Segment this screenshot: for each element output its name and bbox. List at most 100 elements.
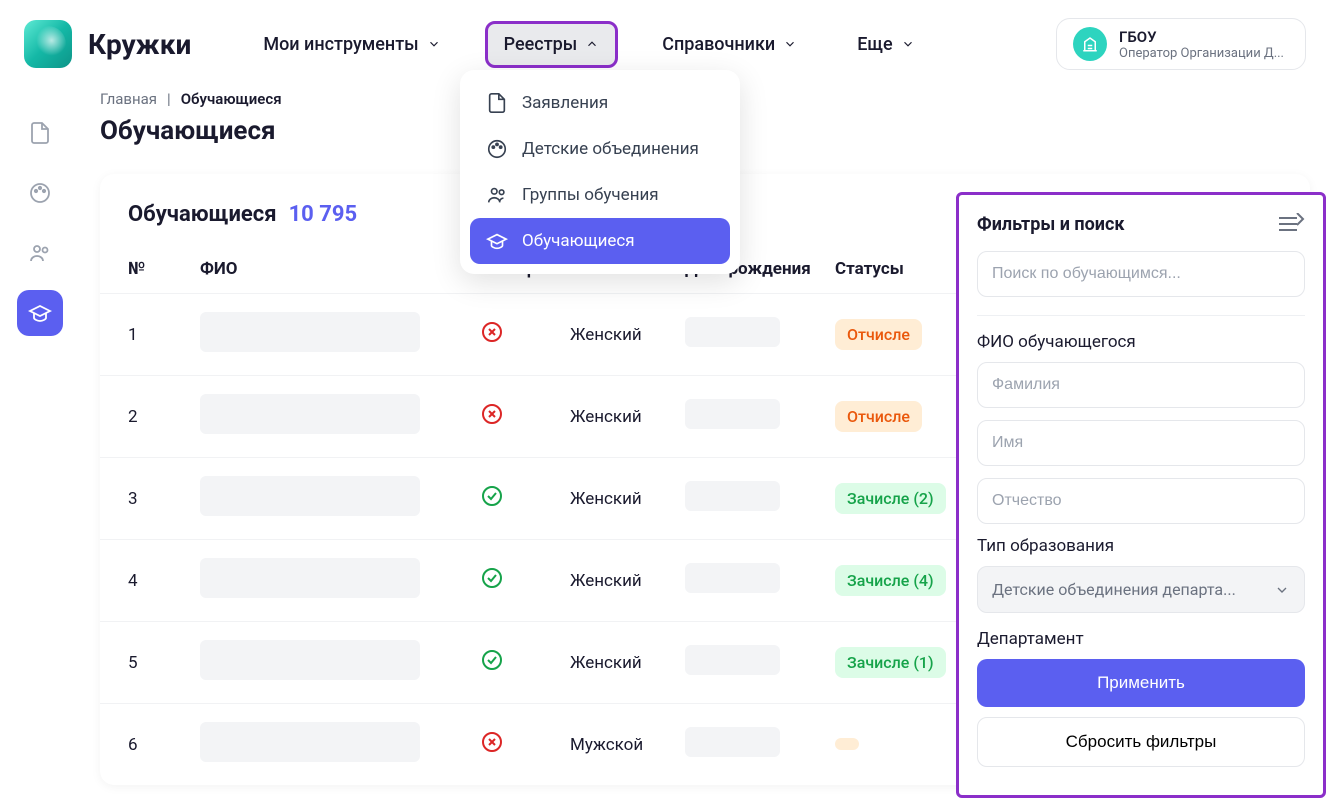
document-icon xyxy=(486,92,508,114)
sidebar-students[interactable] xyxy=(17,290,63,336)
surname-input[interactable] xyxy=(977,362,1305,408)
cell-registry xyxy=(470,376,560,458)
nav-registries-label: Реестры xyxy=(504,34,578,55)
edu-type-label: Тип образования xyxy=(977,536,1305,556)
cell-dob xyxy=(675,622,825,704)
cell-dob xyxy=(675,704,825,786)
cell-dob xyxy=(675,540,825,622)
edu-type-select[interactable]: Детские объединения департа... xyxy=(977,566,1305,613)
card-count: 10 795 xyxy=(289,202,358,227)
chevron-down-icon xyxy=(427,37,441,51)
users-icon xyxy=(486,184,508,206)
users-icon xyxy=(28,241,52,265)
cell-gender: Женский xyxy=(560,622,675,704)
filters-panel: Фильтры и поиск ФИО обучающегося Тип обр… xyxy=(956,192,1326,798)
cell-registry xyxy=(470,294,560,376)
x-circle-icon xyxy=(480,320,504,344)
palette-icon xyxy=(28,181,52,205)
card-title: Обучающиеся xyxy=(128,202,277,227)
cell-registry xyxy=(470,704,560,786)
dropdown-clubs[interactable]: Детские объединения xyxy=(470,126,730,172)
cell-registry xyxy=(470,458,560,540)
cell-gender: Женский xyxy=(560,540,675,622)
dropdown-applications[interactable]: Заявления xyxy=(470,80,730,126)
cell-gender: Женский xyxy=(560,376,675,458)
building-icon xyxy=(1073,27,1107,61)
cell-fio xyxy=(190,540,470,622)
palette-icon xyxy=(486,138,508,160)
nav-my-tools[interactable]: Мои инструменты xyxy=(247,24,456,65)
cell-num: 6 xyxy=(100,704,190,786)
nav-my-tools-label: Мои инструменты xyxy=(263,34,418,55)
breadcrumb-separator: | xyxy=(167,90,171,108)
check-circle-icon xyxy=(480,484,504,508)
cell-fio xyxy=(190,458,470,540)
reset-button[interactable]: Сбросить фильтры xyxy=(977,717,1305,767)
cell-fio xyxy=(190,622,470,704)
cell-num: 4 xyxy=(100,540,190,622)
cell-registry xyxy=(470,622,560,704)
brand-title: Кружки xyxy=(88,28,191,61)
main-nav: Мои инструменты Реестры Справочники Еще xyxy=(247,21,930,68)
x-circle-icon xyxy=(480,402,504,426)
col-fio: ФИО xyxy=(190,245,470,294)
check-circle-icon xyxy=(480,566,504,590)
graduation-icon xyxy=(486,230,508,252)
chevron-down-icon xyxy=(901,37,915,51)
user-profile[interactable]: ГБОУ Оператор Организации Д... xyxy=(1056,18,1306,70)
dropdown-clubs-label: Детские объединения xyxy=(522,139,699,159)
dept-label: Департамент xyxy=(977,629,1305,649)
nav-directories[interactable]: Справочники xyxy=(646,24,813,65)
cell-num: 5 xyxy=(100,622,190,704)
cell-gender: Женский xyxy=(560,294,675,376)
cell-gender: Женский xyxy=(560,458,675,540)
edu-type-value: Детские объединения департа... xyxy=(992,580,1236,599)
dropdown-applications-label: Заявления xyxy=(522,93,608,113)
cell-fio xyxy=(190,376,470,458)
user-role: Оператор Организации Д... xyxy=(1119,46,1284,61)
breadcrumb-current: Обучающиеся xyxy=(181,90,282,108)
dropdown-students-label: Обучающиеся xyxy=(522,231,635,251)
cell-fio xyxy=(190,294,470,376)
user-text: ГБОУ Оператор Организации Д... xyxy=(1119,28,1284,61)
cell-num: 2 xyxy=(100,376,190,458)
name-input[interactable] xyxy=(977,420,1305,466)
cell-num: 3 xyxy=(100,458,190,540)
cell-dob xyxy=(675,294,825,376)
sidebar xyxy=(14,110,66,336)
cell-dob xyxy=(675,376,825,458)
cell-gender: Мужской xyxy=(560,704,675,786)
app-logo xyxy=(24,20,72,68)
user-org-name: ГБОУ xyxy=(1119,28,1284,46)
sidebar-applications[interactable] xyxy=(17,110,63,156)
nav-more[interactable]: Еще xyxy=(841,24,930,65)
apply-button[interactable]: Применить xyxy=(977,659,1305,707)
sidebar-groups[interactable] xyxy=(17,230,63,276)
chevron-up-icon xyxy=(585,37,599,51)
divider xyxy=(977,315,1305,316)
sidebar-clubs[interactable] xyxy=(17,170,63,216)
chevron-down-icon xyxy=(783,37,797,51)
collapse-icon[interactable] xyxy=(1277,213,1305,235)
cell-registry xyxy=(470,540,560,622)
graduation-icon xyxy=(28,301,52,325)
search-input[interactable] xyxy=(977,251,1305,297)
x-circle-icon xyxy=(480,730,504,754)
cell-fio xyxy=(190,704,470,786)
nav-directories-label: Справочники xyxy=(662,34,775,55)
check-circle-icon xyxy=(480,648,504,672)
dropdown-groups[interactable]: Группы обучения xyxy=(470,172,730,218)
filters-title: Фильтры и поиск xyxy=(977,214,1124,235)
col-num: № xyxy=(100,245,190,294)
registries-dropdown: Заявления Детские объединения Группы обу… xyxy=(460,70,740,274)
cell-num: 1 xyxy=(100,294,190,376)
nav-registries[interactable]: Реестры xyxy=(485,21,619,68)
dropdown-students[interactable]: Обучающиеся xyxy=(470,218,730,264)
cell-dob xyxy=(675,458,825,540)
document-icon xyxy=(28,121,52,145)
fio-label: ФИО обучающегося xyxy=(977,332,1305,352)
nav-more-label: Еще xyxy=(857,34,892,55)
breadcrumb-home[interactable]: Главная xyxy=(100,90,157,108)
dropdown-groups-label: Группы обучения xyxy=(522,185,659,205)
patronymic-input[interactable] xyxy=(977,478,1305,524)
